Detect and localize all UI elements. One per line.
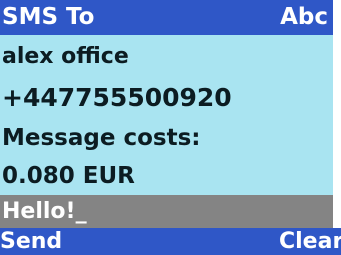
input-mode-indicator: Abc [280, 4, 328, 30]
message-details: alex office +447755500920 Message costs:… [0, 35, 333, 195]
message-input[interactable]: Hello!_ [0, 195, 333, 228]
phone-screen: SMS To Abc alex office +447755500920 Mes… [0, 0, 341, 255]
message-text: Hello!_ [2, 199, 87, 224]
softkey-bar: Send Clear [0, 228, 341, 255]
clear-softkey[interactable]: Clear [279, 228, 341, 255]
recipient-name: alex office [2, 44, 129, 69]
screen-title: SMS To [2, 4, 95, 30]
send-softkey[interactable]: Send [0, 228, 62, 255]
recipient-number: +447755500920 [2, 83, 232, 112]
title-bar: SMS To Abc [0, 0, 333, 35]
cost-value: 0.080 EUR [2, 163, 135, 189]
cost-label: Message costs: [2, 125, 201, 151]
